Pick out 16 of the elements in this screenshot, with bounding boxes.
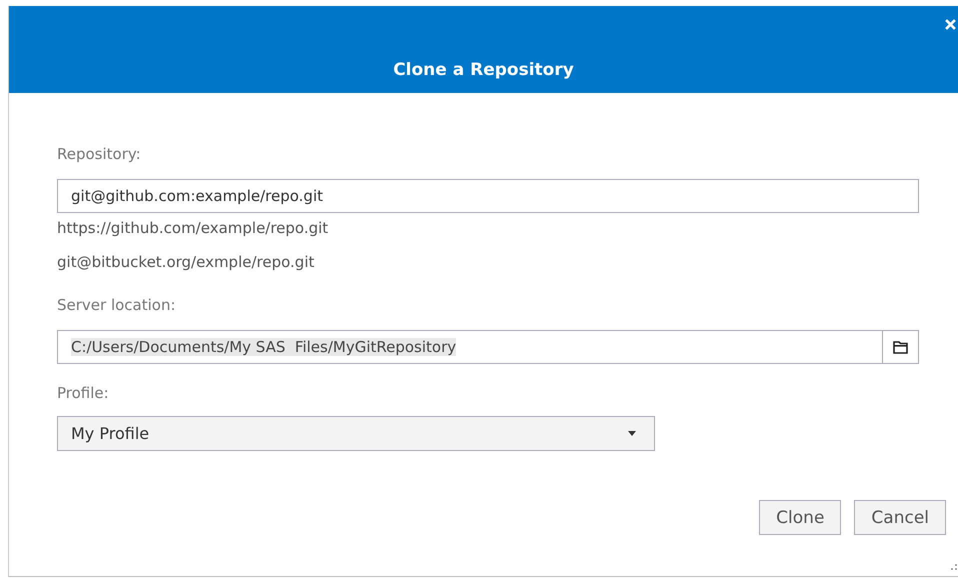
cancel-button[interactable]: Cancel (854, 500, 946, 535)
field-value: C:/Users/Documents/My SAS Files/MyGitRepository (71, 338, 456, 356)
field-label: Repository: (57, 145, 141, 165)
server-location-field[interactable]: C:/Users/Documents/My SAS Files/MyGitRepository (57, 330, 919, 364)
suggestion-item[interactable]: https://github.com/example/repo.git (57, 219, 328, 240)
close-icon[interactable] (945, 19, 956, 30)
clone-button[interactable]: Clone (759, 500, 842, 535)
dialog-title: Clone a Repository (393, 58, 574, 80)
field-label: Server location: (57, 296, 176, 316)
resize-grip-icon[interactable] (951, 564, 957, 570)
profile-dropdown[interactable]: My Profile (57, 416, 655, 451)
repository-field[interactable]: git@github.com:example/repo.git (57, 179, 919, 213)
caret-icon (628, 431, 636, 436)
field-label: Profile: (57, 384, 109, 404)
folder-icon (892, 340, 908, 354)
suggestion-item[interactable]: git@bitbucket.org/exmple/repo.git (57, 253, 328, 274)
